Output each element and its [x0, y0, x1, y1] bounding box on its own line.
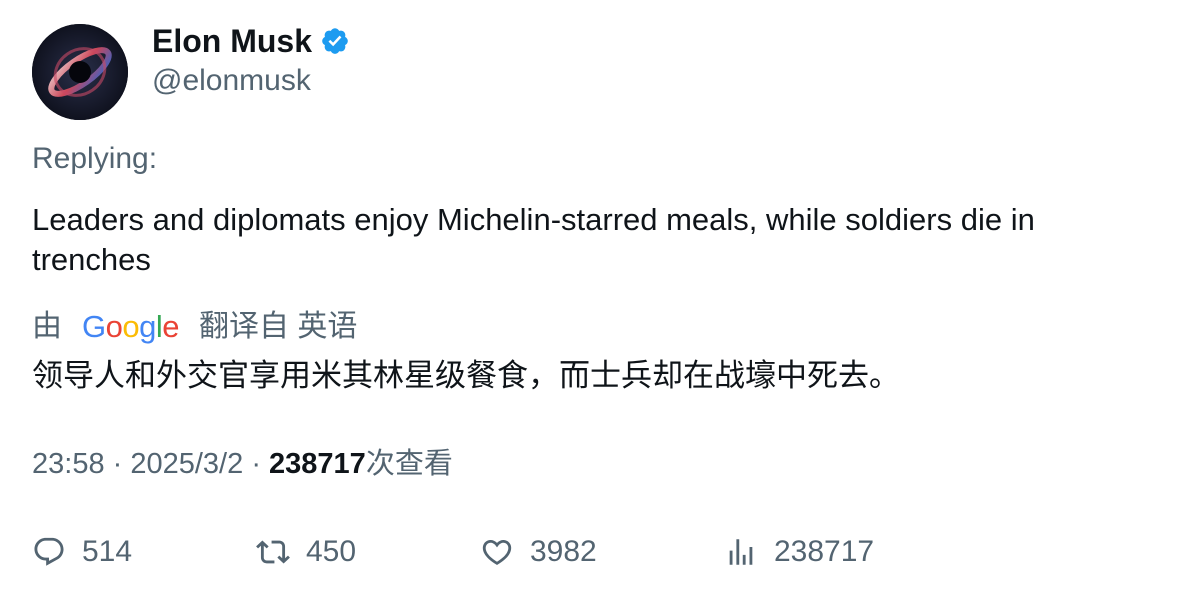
reply-count: 514	[82, 535, 133, 568]
meta-separator: ·	[112, 448, 131, 480]
retweet-button[interactable]: 450	[256, 530, 356, 574]
like-count: 3982	[530, 535, 597, 568]
tweet-date[interactable]: 2025/3/2	[130, 448, 243, 480]
meta-separator: ·	[251, 448, 270, 480]
google-logo: Google	[82, 309, 180, 344]
author-name-row[interactable]: Elon Musk	[152, 22, 350, 60]
views-count: 238717	[269, 448, 366, 480]
heart-icon	[482, 539, 512, 565]
like-button[interactable]: 3982	[480, 530, 597, 574]
views-chart-icon	[729, 539, 753, 565]
author-name[interactable]: Elon Musk	[152, 22, 312, 60]
action-bar: 514 450 3982 238717	[0, 530, 1196, 574]
avatar-image	[32, 24, 128, 120]
views-action-count: 238717	[774, 535, 875, 568]
tweet-text: Leaders and diplomats enjoy Michelin-sta…	[32, 202, 1035, 277]
tweet-time[interactable]: 23:58	[32, 448, 105, 480]
translation-attribution: 由 Google 翻译自 英语	[32, 307, 357, 347]
author-handle[interactable]: @elonmusk	[152, 62, 311, 100]
replying-label: Replying:	[32, 142, 158, 175]
translation-prefix: 由	[32, 310, 62, 343]
verified-badge-icon	[320, 26, 350, 56]
reply-icon	[34, 537, 64, 566]
retweet-count: 450	[306, 535, 357, 568]
tweet-meta: 23:58 · 2025/3/2 · 238717次查看	[32, 444, 453, 484]
translation-suffix: 翻译自 英语	[199, 310, 358, 343]
views-label: 次查看	[365, 448, 453, 480]
avatar[interactable]	[32, 24, 128, 120]
reply-button[interactable]: 514	[32, 530, 132, 574]
translated-text: 领导人和外交官享用米其林星级餐食，而士兵却在战壕中死去。	[32, 358, 900, 393]
views-button[interactable]: 238717	[724, 530, 874, 574]
retweet-icon	[256, 540, 290, 564]
